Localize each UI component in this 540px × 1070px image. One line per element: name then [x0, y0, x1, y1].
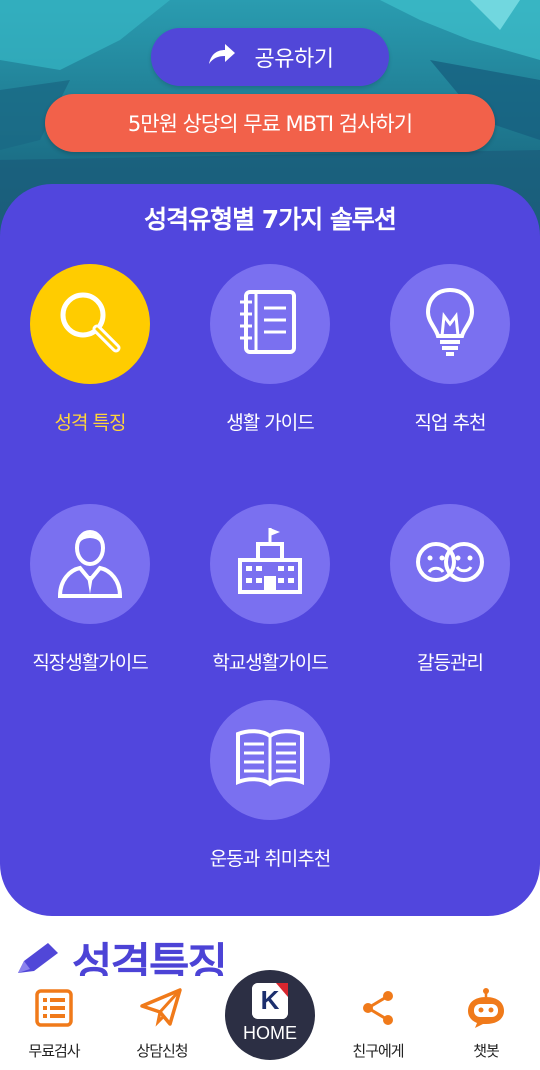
nav-label: 상담신청 — [136, 1042, 188, 1060]
nav-free-test[interactable]: 무료검사 — [9, 986, 99, 1061]
free-mbti-test-button[interactable]: 5만원 상당의 무료 MBTI 검사하기 — [45, 94, 495, 152]
home-logo-letter: K — [260, 985, 280, 1015]
solution-icon-circle — [210, 700, 330, 820]
solution-personality-traits[interactable]: 성격 특징 — [0, 264, 180, 435]
share-arrow-icon — [207, 42, 237, 72]
home-button[interactable]: K HOME — [225, 970, 315, 1060]
solution-label: 직장생활가이드 — [32, 652, 148, 674]
home-label: HOME — [243, 1022, 297, 1043]
solution-label: 갈등관리 — [417, 652, 484, 674]
solution-school-guide[interactable]: 학교생활가이드 — [180, 504, 360, 675]
nav-chatbot[interactable]: 챗봇 — [441, 986, 531, 1061]
chatbot-icon — [441, 986, 531, 1030]
solution-label: 생활 가이드 — [226, 412, 314, 434]
share-button[interactable]: 공유하기 — [151, 28, 389, 86]
solution-icon-circle — [390, 504, 510, 624]
solution-icon-circle — [390, 264, 510, 384]
solution-workplace-guide[interactable]: 직장생활가이드 — [0, 504, 180, 675]
businessman-icon — [52, 524, 128, 604]
nav-counseling-request[interactable]: 상담신청 — [117, 986, 207, 1061]
home-logo: K — [252, 982, 288, 1019]
solution-label: 성격 특징 — [54, 412, 127, 434]
solution-icon-circle — [210, 504, 330, 624]
faces-icon — [412, 524, 488, 604]
lightbulb-icon — [412, 284, 488, 364]
solution-label: 운동과 취미추천 — [209, 848, 331, 870]
solution-label: 학교생활가이드 — [212, 652, 328, 674]
solution-icon-circle — [30, 264, 150, 384]
nav-label: 무료검사 — [28, 1042, 80, 1060]
nav-share-friend[interactable]: 친구에게 — [333, 986, 423, 1061]
pencil-icon — [14, 941, 60, 979]
nav-label: 친구에게 — [352, 1042, 404, 1060]
paper-plane-icon — [117, 986, 207, 1030]
solution-icon-circle — [210, 264, 330, 384]
mbti-button-label: 5만원 상당의 무료 MBTI 검사하기 — [127, 112, 413, 136]
solution-career-recommendation[interactable]: 직업 추천 — [360, 264, 540, 435]
solution-exercise-hobby[interactable]: 운동과 취미추천 — [180, 700, 360, 871]
search-icon — [52, 284, 128, 364]
book-icon — [232, 720, 308, 800]
list-icon — [9, 986, 99, 1030]
notebook-icon — [232, 284, 308, 364]
solution-life-guide[interactable]: 생활 가이드 — [180, 264, 360, 435]
solution-conflict-management[interactable]: 갈등관리 — [360, 504, 540, 675]
share-label: 공유하기 — [254, 47, 334, 72]
solution-label: 직업 추천 — [414, 412, 487, 434]
nav-label: 챗봇 — [473, 1042, 500, 1060]
share-icon — [333, 986, 423, 1030]
solutions-title: 성격유형별 7가지 솔루션 — [144, 205, 397, 234]
school-icon — [232, 524, 308, 604]
solution-icon-circle — [30, 504, 150, 624]
